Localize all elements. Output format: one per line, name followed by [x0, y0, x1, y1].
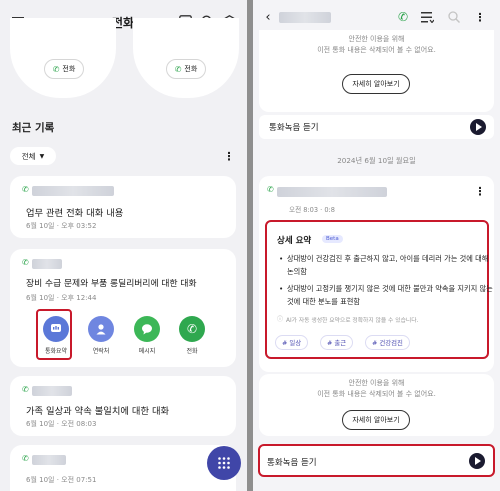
notice-line: 이전 통화 내용은 삭제되어 볼 수 없어요. [317, 390, 436, 398]
action-label: 전화 [186, 348, 198, 355]
dialpad-fab[interactable] [207, 446, 241, 480]
call-summary-title: 업무 관련 전화 대화 내용 [26, 208, 124, 219]
action-label: 메시지 [138, 348, 156, 355]
info-icon: ⓘ [277, 316, 284, 323]
call-record-card[interactable]: ✆ 업무 관련 전화 대화 내용 6월 10일 · 오후 03:52 [10, 176, 236, 238]
outgoing-call-icon: ✆ [22, 258, 29, 267]
contact-name-blurred [32, 186, 114, 196]
favorite-call-button[interactable]: ✆ 전화 [166, 59, 206, 79]
notice-card: 안전한 이용을 위해 이전 통화 내용은 삭제되어 볼 수 없어요. 자세히 알… [259, 374, 494, 436]
filter-dropdown[interactable]: 전체 ▼ [10, 147, 56, 165]
contact-name-blurred [32, 259, 62, 269]
call-meta: 6월 10일 · 오전 08:03 [26, 420, 97, 428]
keyword-tag[interactable]: # 건강검진 [365, 335, 410, 350]
message-icon [134, 316, 160, 342]
beta-badge: Beta [322, 235, 343, 243]
call-icon[interactable]: ✆ [395, 9, 411, 25]
learn-more-button[interactable]: 자세히 알아보기 [342, 74, 410, 94]
phone-app-pane: 전화 ✆ 전화 ✆ 전화 최근 기록 전체 ▼ ⋮ ✆ 업무 관련 전화 대화 … [0, 0, 247, 491]
recent-title: 최근 기록 [12, 122, 55, 134]
call-meta: 6월 10일 · 오후 03:52 [26, 222, 97, 230]
call-record-card[interactable]: ✆ 6월 10일 · 오전 07:51 [10, 445, 236, 491]
call-record-card[interactable]: ✆ 가족 일상과 약속 불일치에 대한 대화 6월 10일 · 오전 08:03 [10, 376, 236, 436]
outgoing-call-icon: ✆ [267, 185, 274, 194]
filter-list-icon[interactable] [419, 9, 435, 25]
listen-recording-row[interactable]: 통화녹음 듣기 [258, 444, 495, 477]
favorite-call-button[interactable]: ✆ 전화 [44, 59, 84, 79]
search-icon[interactable] [446, 9, 462, 25]
caret-down-icon: ▼ [39, 152, 45, 160]
back-icon[interactable]: ‹ [261, 9, 275, 25]
play-icon[interactable] [469, 453, 485, 469]
play-icon[interactable] [470, 119, 486, 135]
summary-title: 상세 요약 [277, 236, 312, 246]
listen-recording-row[interactable]: 통화녹음 듣기 [259, 115, 494, 139]
keyword-tag[interactable]: # 출근 [320, 335, 354, 350]
contact-name-blurred [277, 187, 387, 197]
outgoing-call-icon: ✆ [22, 385, 29, 394]
phone-icon: ✆ [179, 316, 205, 342]
outgoing-call-icon: ✆ [22, 185, 29, 194]
highlight-box [36, 309, 72, 360]
person-icon [88, 316, 114, 342]
contact-name-blurred [279, 12, 331, 23]
call-summary-title: 가족 일상과 약속 불일치에 대한 대화 [26, 406, 170, 417]
call-meta: 6월 10일 · 오후 12:44 [26, 294, 97, 302]
phone-icon: ✆ [174, 64, 182, 74]
contact-name-blurred [32, 455, 66, 465]
summary-bullet: 상대방이 고정키를 챙기지 않은 것에 대한 불만과 약속을 지키지 않는 것에… [279, 282, 493, 308]
date-divider: 2024년 6월 10일 월요일 [337, 156, 416, 165]
detail-summary-box: 상세 요약 Beta 상대방이 건강검진 후 출근하지 않고, 아이를 데리러 … [265, 220, 493, 359]
entry-meta: 오전 8:03 · 0:8 [289, 206, 335, 214]
keyword-tag[interactable]: # 일상 [275, 335, 309, 350]
learn-more-button[interactable]: 자세히 알아보기 [342, 410, 410, 430]
action-label: 연락처 [92, 348, 110, 355]
favorite-card[interactable] [133, 18, 239, 98]
notice-card: 안전한 이용을 위해 이전 통화 내용은 삭제되어 볼 수 없어요. 자세히 알… [259, 30, 494, 112]
notice-line: 안전한 이용을 위해 [348, 35, 405, 43]
summary-bullet: 상대방이 건강검진 후 출근하지 않고, 아이를 데리러 가는 것에 대해 논의… [279, 252, 493, 278]
call-summary-title: 장비 수급 문제와 부품 롱딜리버리에 대한 대화 [26, 279, 197, 289]
notice-line: 안전한 이용을 위해 [348, 379, 405, 387]
notice-line: 이전 통화 내용은 삭제되어 볼 수 없어요. [317, 46, 436, 54]
listen-recording-label: 통화녹음 듣기 [269, 123, 319, 133]
more-options-icon[interactable]: ⋮ [473, 9, 487, 25]
favorite-card[interactable] [10, 18, 116, 98]
dialpad-icon [218, 457, 230, 469]
call-meta: 6월 10일 · 오전 07:51 [26, 476, 97, 484]
contact-name-blurred [32, 386, 72, 396]
outgoing-call-icon: ✆ [22, 454, 29, 463]
more-options-icon[interactable]: ⋮ [473, 184, 487, 198]
phone-icon: ✆ [52, 64, 60, 74]
ai-disclaimer: AI가 자동 생성한 요약으로 정확하지 않을 수 있습니다. [286, 318, 419, 324]
listen-recording-label: 통화녹음 듣기 [267, 458, 317, 468]
more-options-icon[interactable]: ⋮ [222, 148, 236, 164]
call-detail-pane: ‹ ✆ ⋮ 안전한 이용을 위해 이전 통화 내용은 삭제되어 볼 수 없어요.… [253, 0, 500, 491]
